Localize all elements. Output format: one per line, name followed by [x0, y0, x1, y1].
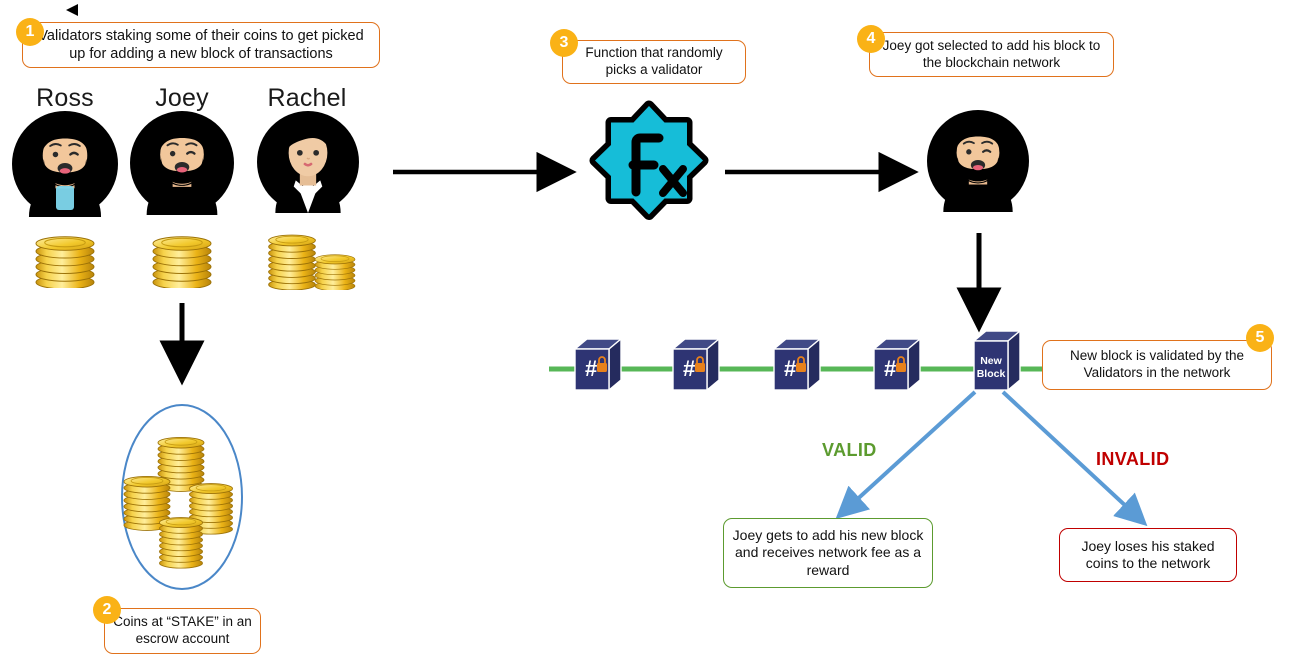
outcome-valid-text: Joey gets to add his new block and recei…	[732, 526, 924, 578]
outcome-valid-box[interactable]: Joey gets to add his new block and recei…	[723, 518, 933, 588]
blockchain-new-block: New Block	[972, 329, 1022, 392]
blockchain-block: #	[872, 337, 922, 392]
valid-label: VALID	[822, 440, 877, 460]
diagram-canvas: #ga-ross .avbg{fill:#F4604F}#ga-ross .av…	[0, 0, 1289, 672]
escrow-oval	[121, 404, 243, 590]
step-badge-5: 5	[1246, 324, 1274, 352]
outcome-invalid-box[interactable]: Joey loses his staked coins to the netwo…	[1059, 528, 1237, 582]
blockchain-block: #	[772, 337, 822, 392]
invalid-label: INVALID	[1096, 449, 1170, 469]
callout-step-5-text: New block is validated by the Validators…	[1069, 348, 1245, 380]
svg-text:#: #	[585, 356, 597, 381]
avatar-joey: #ga-joey .avbg{fill:#5B9BD5}#ga-joey .av…	[130, 111, 234, 215]
callout-step-4-text: Joey got selected to add his block to th…	[882, 37, 1101, 70]
svg-text:#: #	[784, 356, 796, 381]
coin-stack-joey	[152, 236, 212, 288]
step-badge-2: 2	[93, 596, 121, 624]
validator-name-rachel: Rachel	[267, 84, 347, 112]
callout-step-3-text: Function that randomly picks a validator	[585, 45, 723, 77]
coin-stack-rachel	[268, 234, 356, 290]
blockchain-block: #	[573, 337, 623, 392]
outcome-invalid-text: Joey loses his staked coins to the netwo…	[1081, 537, 1215, 572]
avatar-ross: #ga-ross .avbg{fill:#F4604F}#ga-ross .av…	[12, 111, 118, 217]
callout-step-4[interactable]: Joey got selected to add his block to th…	[869, 32, 1114, 77]
step-badge-4: 4	[857, 25, 885, 53]
step-badge-1: 1	[16, 18, 44, 46]
callout-step-5[interactable]: New block is validated by the Validators…	[1042, 340, 1272, 390]
callout-step-2-text: Coins at “STAKE” in an escrow account	[113, 614, 252, 646]
callout-step-1[interactable]: Validators staking some of their coins t…	[22, 22, 380, 68]
callout-step-3[interactable]: Function that randomly picks a validator	[562, 40, 746, 84]
blockchain-block: #	[671, 337, 721, 392]
callout-step-1-text: Validators staking some of their coins t…	[38, 27, 364, 62]
svg-text:#: #	[683, 356, 695, 381]
svg-text:#: #	[884, 356, 896, 381]
left-triangle-marker	[66, 4, 78, 16]
new-block-line2: Block	[977, 368, 1006, 380]
callout-step-2[interactable]: Coins at “STAKE” in an escrow account	[104, 608, 261, 654]
coin-stack-ross	[35, 236, 95, 288]
validator-name-joey: Joey	[155, 84, 209, 112]
new-block-line1: New	[980, 355, 1002, 367]
avatar-rachel: #ga-rachel .avbg{fill:#3E8C8C}#ga-rachel…	[257, 111, 359, 213]
validator-name-ross: Ross	[36, 84, 94, 112]
step-badge-3: 3	[550, 29, 578, 57]
avatar-selected-joey: #ga-sel .avbg{fill:#5B9BD5}#ga-sel .avsh…	[927, 110, 1029, 212]
fx-function-icon	[589, 100, 709, 220]
